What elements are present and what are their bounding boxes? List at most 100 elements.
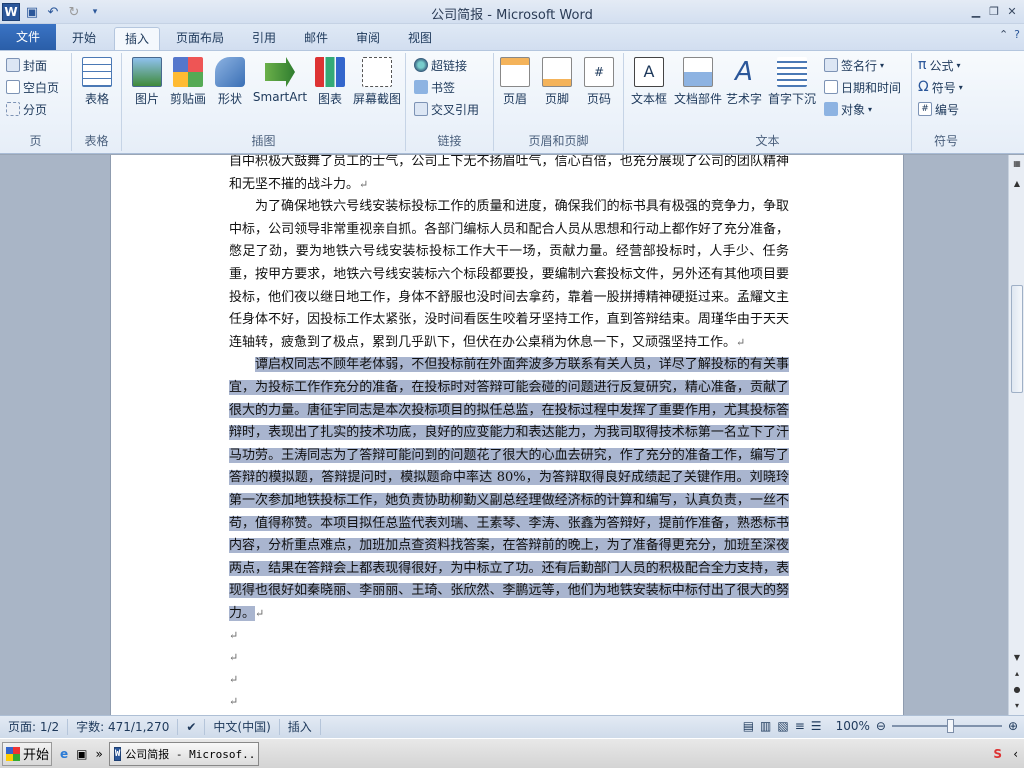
taskbar: 开始 e ▣ » W 公司简报 - Microsof... S ‹ xyxy=(0,738,1024,768)
minimize-ribbon-icon[interactable]: ⌃ xyxy=(999,28,1008,41)
document-area: 自中积极大鼓舞了员工的士气，公司上下无不扬眉吐气，信心百倍，也充分展现了公司的团… xyxy=(0,155,1008,715)
shapes-icon xyxy=(215,57,245,87)
page-number-button[interactable]: # 页码 xyxy=(578,57,620,107)
signature-line-button[interactable]: 签名行 ▾ xyxy=(824,55,884,75)
equation-button[interactable]: π 公式 ▾ xyxy=(918,55,960,75)
start-button[interactable]: 开始 xyxy=(2,741,52,766)
blank-page-icon xyxy=(6,80,20,94)
previous-page-icon[interactable]: ▴ xyxy=(1009,669,1024,678)
vertical-scrollbar[interactable]: ▦ ▲ ▼ ▴ ● ▾ xyxy=(1008,155,1024,715)
quick-parts-button[interactable]: 文档部件 xyxy=(672,57,724,107)
cross-reference-button[interactable]: 交叉引用 xyxy=(414,99,479,119)
date-time-button[interactable]: 日期和时间 xyxy=(824,77,901,97)
object-button[interactable]: 对象 ▾ xyxy=(824,99,872,119)
scrollbar-thumb[interactable] xyxy=(1011,285,1023,393)
ie-icon[interactable]: e xyxy=(60,747,68,761)
page-number-icon: # xyxy=(584,57,614,87)
empty-paragraph: ↵ xyxy=(229,629,239,643)
wordart-button[interactable]: A 艺术字 xyxy=(724,57,764,107)
draft-view-icon[interactable]: ☰ xyxy=(811,719,822,733)
clip-art-button[interactable]: 剪贴画 xyxy=(166,57,210,107)
document-body[interactable]: 自中积极大鼓舞了员工的士气，公司上下无不扬眉吐气，信心百倍，也充分展现了公司的团… xyxy=(229,155,789,713)
drop-cap-button[interactable]: 首字下沉 xyxy=(766,57,818,107)
cover-page-icon xyxy=(6,58,20,72)
minimize-icon[interactable]: ▁ xyxy=(968,3,984,19)
tab-page-layout[interactable]: 页面布局 xyxy=(166,27,234,50)
text-box-button[interactable]: A 文本框 xyxy=(626,57,672,107)
zoom-level[interactable]: 100% xyxy=(836,719,870,733)
ribbon: 封面 空白页 分页 页 表格 表格 图片 剪贴画 形状 SmartArt 图表 … xyxy=(0,50,1024,154)
proofing-icon[interactable]: ✔ xyxy=(178,719,206,735)
zoom-slider-knob[interactable] xyxy=(946,719,954,733)
ruler-toggle-icon[interactable]: ▦ xyxy=(1009,159,1024,168)
drop-cap-icon xyxy=(777,57,807,87)
document-page[interactable]: 自中积极大鼓舞了员工的士气，公司上下无不扬眉吐气，信心百倍，也充分展现了公司的团… xyxy=(110,155,904,715)
tab-insert[interactable]: 插入 xyxy=(114,27,161,50)
word-task-icon: W xyxy=(113,746,122,761)
close-icon[interactable]: ✕ xyxy=(1004,3,1020,19)
smartart-button[interactable]: SmartArt xyxy=(252,57,308,104)
tray-app-icon[interactable]: S xyxy=(993,747,1002,761)
page-break-button[interactable]: 分页 xyxy=(6,99,47,119)
tab-file[interactable]: 文件 xyxy=(0,24,56,50)
help-icon[interactable]: ? xyxy=(1014,28,1020,41)
symbol-button[interactable]: Ω 符号 ▾ xyxy=(918,77,963,97)
scroll-up-icon[interactable]: ▲ xyxy=(1009,179,1024,188)
more-icon[interactable]: » xyxy=(95,747,102,761)
shapes-button[interactable]: 形状 xyxy=(210,57,250,107)
group-illustrations: 图片 剪贴画 形状 SmartArt 图表 屏幕截图 插图 xyxy=(122,53,406,151)
picture-button[interactable]: 图片 xyxy=(124,57,170,107)
paragraph-mark: ↵ xyxy=(736,335,746,349)
header-button[interactable]: 页眉 xyxy=(494,57,536,107)
chart-button[interactable]: 图表 xyxy=(310,57,350,107)
clip-art-icon xyxy=(173,57,203,87)
number-button[interactable]: # 编号 xyxy=(918,99,959,119)
word-count[interactable]: 字数: 471/1,270 xyxy=(68,719,179,735)
tray-expand-icon[interactable]: ‹ xyxy=(1013,747,1018,761)
tab-view[interactable]: 视图 xyxy=(398,27,442,50)
tab-mailings[interactable]: 邮件 xyxy=(294,27,338,50)
outline-view-icon[interactable]: ≡ xyxy=(795,719,805,733)
text-box-icon: A xyxy=(634,57,664,87)
signature-line-icon xyxy=(824,58,838,72)
hyperlink-button[interactable]: 超链接 xyxy=(414,55,467,75)
table-button[interactable]: 表格 xyxy=(74,57,120,107)
full-screen-reading-icon[interactable]: ▥ xyxy=(760,719,771,733)
title-bar: W ▣ ↶ ↻ ▾ 公司简报 - Microsoft Word ▁ ❐ ✕ xyxy=(0,0,1024,24)
zoom-in-icon[interactable]: ⊕ xyxy=(1008,719,1018,733)
zoom-out-icon[interactable]: ⊖ xyxy=(876,719,886,733)
pi-icon: π xyxy=(918,57,927,73)
restore-icon[interactable]: ❐ xyxy=(986,3,1002,19)
number-icon: # xyxy=(918,102,932,116)
paragraph-mark: ↵ xyxy=(255,606,265,620)
taskbar-word-window[interactable]: W 公司简报 - Microsof... xyxy=(108,741,259,766)
cover-page-button[interactable]: 封面 xyxy=(6,55,47,75)
hyperlink-icon xyxy=(414,58,428,72)
browse-object-icon[interactable]: ● xyxy=(1009,685,1024,694)
web-layout-icon[interactable]: ▧ xyxy=(777,719,788,733)
print-layout-view-icon[interactable]: ▤ xyxy=(743,719,754,733)
smartart-icon xyxy=(265,57,295,87)
tab-references[interactable]: 引用 xyxy=(242,27,286,50)
group-tables: 表格 表格 xyxy=(72,53,122,151)
scroll-down-icon[interactable]: ▼ xyxy=(1009,653,1024,662)
picture-icon xyxy=(132,57,162,87)
blank-page-button[interactable]: 空白页 xyxy=(6,77,59,97)
bookmark-icon xyxy=(414,80,428,94)
group-pages: 封面 空白页 分页 页 xyxy=(0,53,72,151)
selected-text[interactable]: 谭启权同志不顾年老体弱，不但投标前在外面奔波多方联系有关人员，详尽了解投标的有关… xyxy=(229,357,789,621)
footer-button[interactable]: 页脚 xyxy=(536,57,578,107)
quick-launch-icon[interactable]: ▣ xyxy=(76,747,87,761)
screenshot-button[interactable]: 屏幕截图 xyxy=(350,57,404,107)
next-page-icon[interactable]: ▾ xyxy=(1009,701,1024,710)
tab-review[interactable]: 审阅 xyxy=(346,27,390,50)
tab-home[interactable]: 开始 xyxy=(62,27,106,50)
page-break-icon xyxy=(6,102,20,116)
group-symbols: π 公式 ▾ Ω 符号 ▾ # 编号 符号 xyxy=(918,55,963,148)
language[interactable]: 中文(中国) xyxy=(205,719,280,735)
table-icon xyxy=(82,57,112,87)
bookmark-button[interactable]: 书签 xyxy=(414,77,455,97)
insert-mode[interactable]: 插入 xyxy=(280,719,321,735)
page-count[interactable]: 页面: 1/2 xyxy=(0,719,69,735)
zoom-slider[interactable] xyxy=(891,719,1002,733)
